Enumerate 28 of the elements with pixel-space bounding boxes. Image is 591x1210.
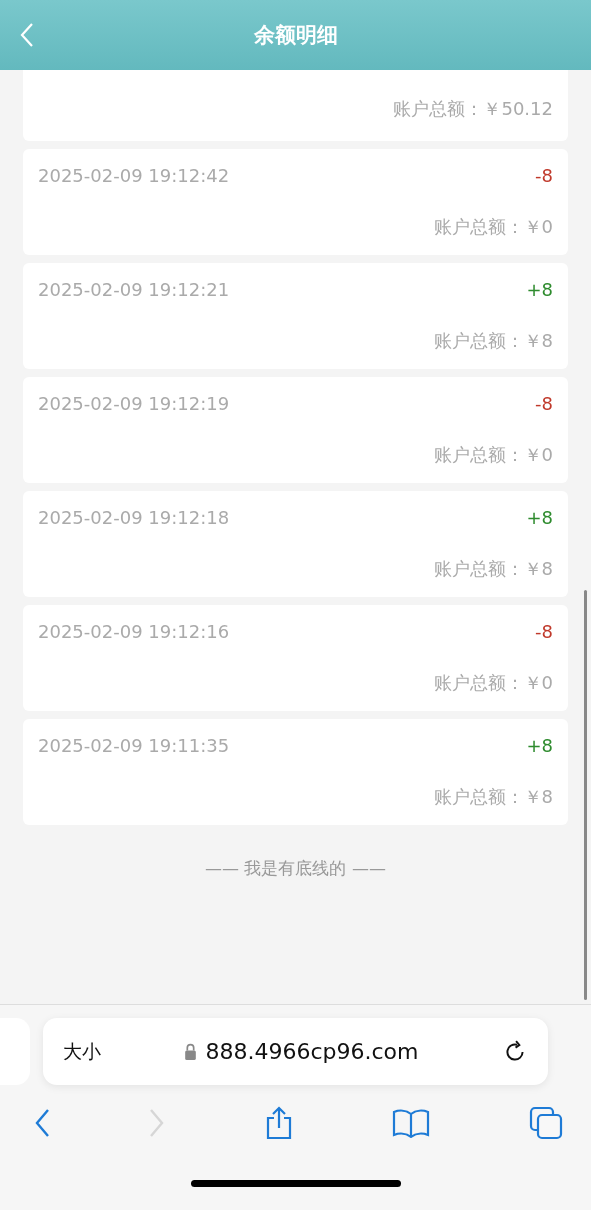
record-time: 2025-02-09 19:12:19 bbox=[38, 393, 230, 414]
account-total: 账户总额：￥8 bbox=[433, 785, 553, 809]
record-amount: -8 bbox=[535, 621, 553, 642]
url-text: 888.4966cp96.com bbox=[205, 1039, 419, 1064]
record-time: 2025-02-09 19:12:18 bbox=[38, 507, 230, 528]
address-bar[interactable]: 大小 888.4966cp96.com bbox=[43, 1018, 548, 1085]
record-time: 2025-02-09 19:11:35 bbox=[38, 735, 230, 756]
end-of-list-text: —— 我是有底线的 —— bbox=[204, 857, 387, 880]
account-total: 账户总额：￥50.12 bbox=[393, 96, 553, 121]
record-amount: +8 bbox=[526, 507, 553, 528]
page-title: 余额明细 bbox=[253, 22, 338, 49]
record-amount: -8 bbox=[535, 393, 553, 414]
account-total: 账户总额：￥0 bbox=[433, 215, 553, 239]
record-time: 2025-02-09 19:12:42 bbox=[38, 165, 230, 186]
account-total: 账户总额：￥8 bbox=[433, 329, 553, 353]
text-size-button[interactable]: 大小 bbox=[63, 1038, 101, 1065]
record-time: 2025-02-09 19:12:16 bbox=[38, 621, 230, 642]
lock-icon bbox=[184, 1043, 198, 1060]
record-amount: +8 bbox=[526, 735, 553, 756]
account-total: 账户总额：￥8 bbox=[433, 557, 553, 581]
account-total: 账户总额：￥0 bbox=[433, 671, 553, 695]
book-icon[interactable] bbox=[392, 1108, 431, 1138]
record-time: 2025-02-09 19:12:21 bbox=[38, 279, 230, 300]
account-total: 账户总额：￥0 bbox=[433, 443, 553, 467]
back-icon[interactable] bbox=[34, 1108, 50, 1138]
record-amount: +8 bbox=[526, 279, 553, 300]
tabs-icon[interactable] bbox=[529, 1106, 563, 1140]
record-amount: -8 bbox=[535, 165, 553, 186]
